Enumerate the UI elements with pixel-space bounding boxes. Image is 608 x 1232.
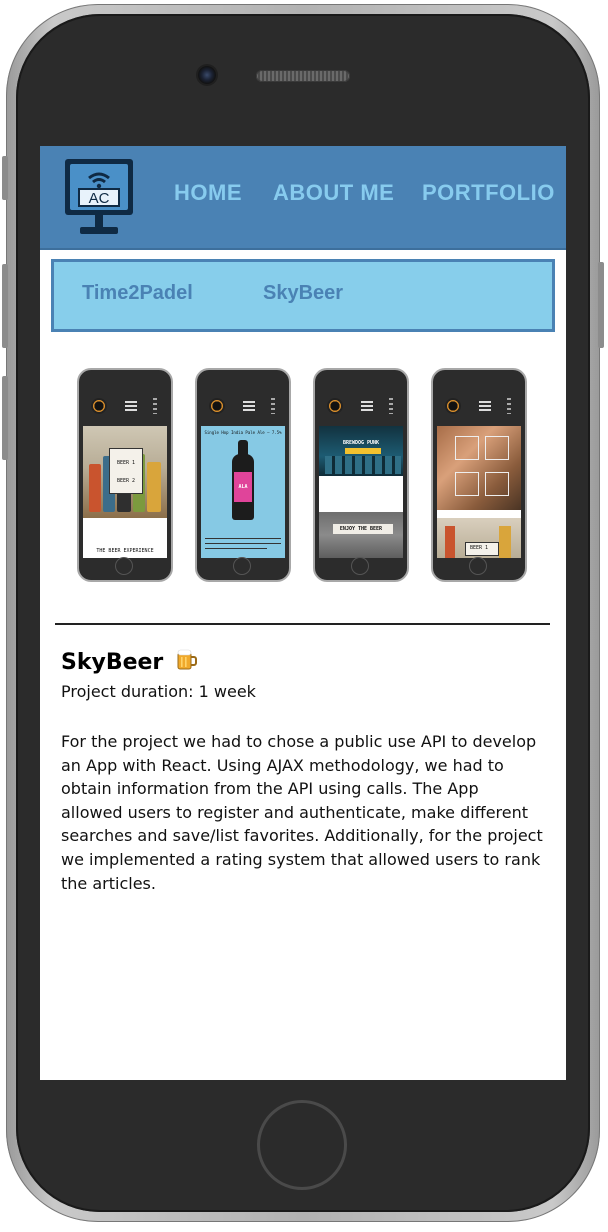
bottle-label: ALA <box>238 484 248 490</box>
mute-switch <box>2 156 8 200</box>
more-icon <box>271 398 275 414</box>
phone-screen: AC HOME ABOUT ME PORTFOLIO Time2Padel Sk… <box>40 146 566 1080</box>
brand-badge-icon <box>209 398 225 414</box>
mini-header <box>197 388 289 426</box>
mini-header <box>315 388 407 426</box>
nav-about-me-link[interactable]: ABOUT ME <box>273 180 394 206</box>
brand-badge-icon <box>445 398 461 414</box>
nav-home-link[interactable]: HOME <box>174 180 242 206</box>
more-icon <box>507 398 511 414</box>
mini-header <box>433 388 525 426</box>
hamburger-menu-icon <box>125 401 137 411</box>
project-link-time2padel[interactable]: Time2Padel <box>82 282 193 305</box>
project-screenshot-1[interactable]: BEER 1 BEER 2 THE BEER EXPERIENCE <box>77 368 173 582</box>
project-title-text: SkyBeer <box>61 650 164 675</box>
mini-home-button-icon <box>351 557 369 575</box>
mini-home-button-icon <box>115 557 133 575</box>
mini-header <box>79 388 171 426</box>
mini-screen-content: Single Hop India Pale Ale — 7.5% ALA <box>201 426 285 558</box>
logo-text: AC <box>89 190 110 207</box>
beer-label-1: BEER 1 <box>116 460 136 466</box>
earpiece-speaker <box>256 70 350 82</box>
hamburger-menu-icon <box>479 401 491 411</box>
more-icon <box>389 398 393 414</box>
volume-down-button <box>2 376 8 460</box>
more-icon <box>153 398 157 414</box>
screen-footer-caption: THE BEER EXPERIENCE <box>96 548 154 554</box>
beer-mug-icon <box>175 647 199 677</box>
mini-screen-content: BEER 1 <box>437 426 521 558</box>
nav-portfolio-link[interactable]: PORTFOLIO <box>422 180 555 206</box>
beer-label-2: BEER 2 <box>116 478 136 484</box>
mini-home-button-icon <box>233 557 251 575</box>
hamburger-menu-icon <box>243 401 255 411</box>
project-title: SkyBeer <box>61 647 199 677</box>
hamburger-menu-icon <box>361 401 373 411</box>
beer-label-1: BEER 1 <box>469 545 489 551</box>
punk-banner-caption: BREWDOG PUNK <box>342 440 380 446</box>
mini-screen-content: BREWDOG PUNK ENJOY THE BEER <box>319 426 403 558</box>
project-link-skybeer[interactable]: SkyBeer <box>263 282 343 305</box>
mini-home-button-icon <box>469 557 487 575</box>
project-duration: Project duration: 1 week <box>61 682 256 701</box>
power-button <box>598 262 604 348</box>
mini-screen-content: BEER 1 BEER 2 THE BEER EXPERIENCE <box>83 426 167 558</box>
project-screenshot-3[interactable]: BREWDOG PUNK ENJOY THE BEER <box>313 368 409 582</box>
top-navbar: AC HOME ABOUT ME PORTFOLIO <box>40 146 566 250</box>
brand-badge-icon <box>327 398 343 414</box>
volume-up-button <box>2 264 8 348</box>
home-button[interactable] <box>257 1100 347 1190</box>
enjoy-banner-caption: ENJOY THE BEER <box>339 526 383 532</box>
front-camera <box>198 66 216 84</box>
beer-description-caption: Single Hop India Pale Ale — 7.5% <box>204 430 282 435</box>
ac-monitor-logo[interactable]: AC <box>62 156 136 238</box>
section-divider <box>55 623 550 625</box>
project-screenshot-2[interactable]: Single Hop India Pale Ale — 7.5% ALA <box>195 368 291 582</box>
project-selector-bar: Time2Padel SkyBeer <box>51 259 555 332</box>
project-description: For the project we had to chose a public… <box>61 732 543 893</box>
project-screenshot-4[interactable]: BEER 1 <box>431 368 527 582</box>
brand-badge-icon <box>91 398 107 414</box>
